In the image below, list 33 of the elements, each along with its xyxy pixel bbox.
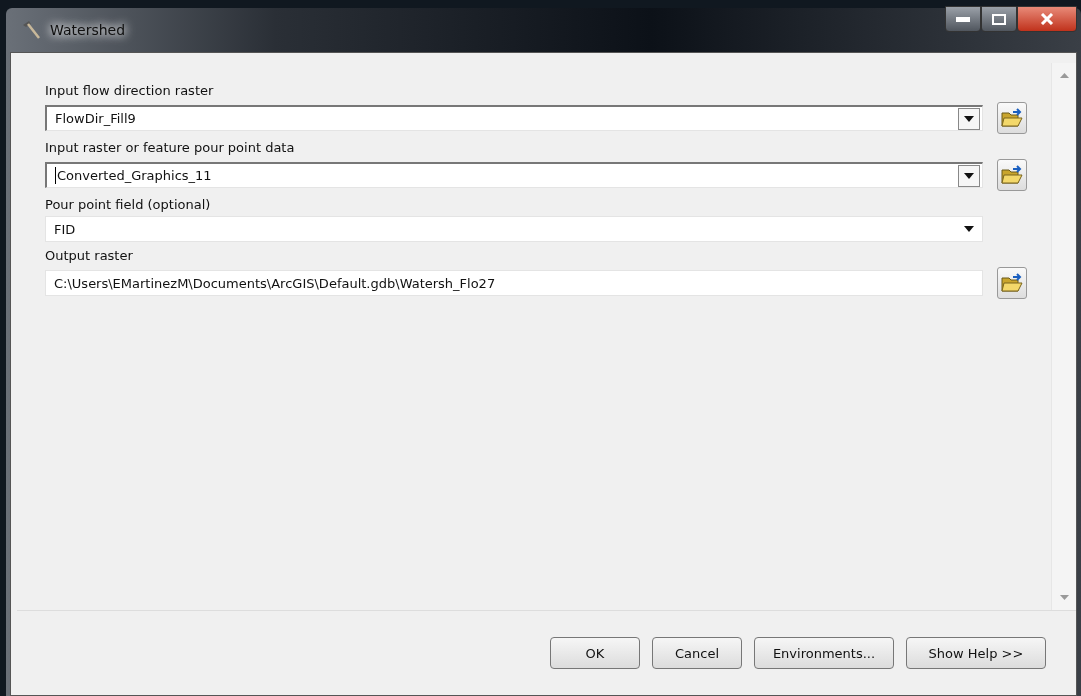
caret-icon <box>964 226 974 232</box>
open-folder-icon <box>1001 108 1023 128</box>
dropdown-button[interactable] <box>958 164 980 187</box>
field-label: Input flow direction raster <box>45 83 215 98</box>
open-folder-icon <box>1001 165 1023 185</box>
caret-icon <box>964 115 974 122</box>
caret-icon <box>964 172 974 179</box>
dialog-button[interactable]: Cancel <box>652 637 742 669</box>
field-label: Input raster or feature pour point data <box>45 140 296 155</box>
window-title: Watershed <box>50 22 126 38</box>
browse-button[interactable] <box>997 102 1027 134</box>
browse-button[interactable] <box>997 267 1027 299</box>
scroll-bar[interactable] <box>1051 63 1076 610</box>
input-field[interactable]: C:\Users\EMartinezM\Documents\ArcGIS\Default.gdb\Watersh_Flo27 <box>45 270 983 296</box>
dialog-button[interactable]: Show Help >> <box>906 637 1046 669</box>
dropdown-button[interactable] <box>958 107 980 130</box>
minimize-icon <box>956 16 970 22</box>
close-icon <box>1040 13 1054 25</box>
dropdown-field[interactable]: Converted_Graphics_11 <box>45 162 983 188</box>
field-label: Output raster <box>45 248 134 263</box>
browse-button[interactable] <box>997 159 1027 191</box>
dialog-button[interactable]: Environments... <box>754 637 894 669</box>
dialog-button[interactable]: OK <box>550 637 640 669</box>
dropdown-field[interactable]: FlowDir_Fill9 <box>45 105 983 131</box>
minimize-button[interactable] <box>945 6 981 32</box>
scroll-down-icon <box>1059 595 1069 600</box>
maximize-icon <box>992 13 1006 25</box>
open-folder-icon <box>1001 273 1023 293</box>
dropdown-field[interactable]: FID <box>45 216 983 242</box>
scroll-up-icon <box>1059 73 1069 78</box>
maximize-button[interactable] <box>981 6 1017 32</box>
field-label: Pour point field (optional) <box>45 197 212 212</box>
close-button[interactable] <box>1017 6 1077 32</box>
